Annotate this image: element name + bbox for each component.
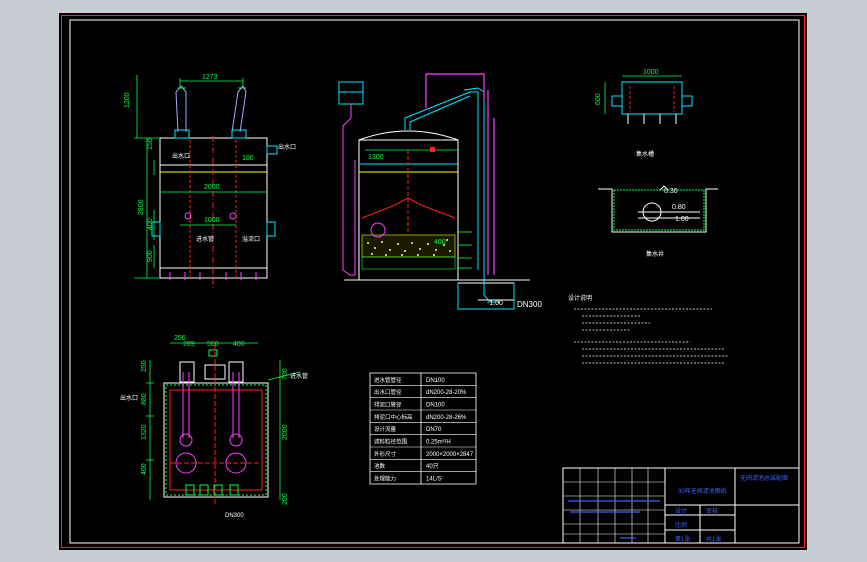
inlet-pipe	[342, 104, 356, 276]
spec-row-value: 14L/S	[426, 477, 442, 483]
spec-row-label: 排泥口管径	[374, 401, 402, 409]
spec-row-label: 出水口管径	[374, 388, 402, 396]
spec-row-value: DN100	[426, 403, 445, 409]
label-overflow: 溢流口	[242, 235, 260, 243]
dim-100: 100	[242, 155, 254, 162]
dim-880: 880	[141, 393, 148, 405]
valve-marker	[430, 147, 435, 152]
collection-pit	[457, 282, 515, 310]
spec-row-label: 池数	[374, 462, 386, 470]
dim-2000-side: 2000	[282, 424, 289, 440]
label-dn300: DN300	[517, 300, 542, 309]
dim-400-plan: 400	[233, 341, 245, 348]
spec-row-label: 滤料粒径范围	[374, 438, 408, 446]
outlet-nozzle	[266, 145, 278, 155]
label-inlet-pipe: 进水管	[196, 235, 214, 243]
spec-row-label: 设计流量	[374, 425, 397, 433]
dim-250: 250	[141, 360, 148, 372]
dim-1320: 1320	[141, 424, 148, 440]
dim-1300: 1300	[368, 154, 384, 161]
trough-dim-w: 1000	[643, 69, 659, 76]
trough-caption: 集水槽	[636, 150, 654, 158]
dim-400: 400	[147, 218, 154, 230]
outlet-tube	[231, 85, 247, 133]
spec-row-value: DN70	[426, 427, 442, 433]
pit-caption: 集水井	[646, 250, 664, 258]
siphon-pipe-outer	[463, 87, 485, 275]
dim-400-side: 400	[141, 463, 148, 475]
dim-500: 500	[207, 341, 219, 348]
front-elevation	[134, 75, 278, 290]
dim-1273: 1273	[202, 74, 218, 81]
flange	[231, 129, 247, 139]
spec-table: 进水管管径 DN100 出水口管径 dN200-28-20% 排泥口管径 DN100 排泥口…	[369, 372, 477, 485]
spec-row-value: 2000×2000×2847	[426, 452, 474, 458]
dim-2800: 2800	[138, 199, 145, 215]
trough-body	[621, 81, 683, 115]
spec-row-label: 处理能力	[374, 475, 396, 483]
plan-inner	[169, 389, 263, 491]
pit-level-mid: 0.80	[672, 204, 686, 211]
section-view	[338, 73, 530, 310]
trough-dim-h: 600	[595, 93, 602, 105]
spec-row-value: dN200-28-26%	[426, 415, 467, 421]
trough-detail	[604, 75, 693, 124]
dim-1000: 1000	[204, 217, 220, 224]
support-layer	[361, 256, 456, 270]
notes-text-lines	[574, 308, 728, 364]
outlet-tube	[175, 85, 187, 133]
dim-1200: 1200	[124, 92, 131, 108]
spec-row-value: dN200-28-20%	[426, 390, 467, 396]
tank-dome	[358, 130, 459, 141]
label-outlet-right: 出水口	[278, 143, 296, 151]
title-sheet2: 共1张	[706, 535, 721, 543]
port-circle	[229, 212, 237, 220]
title-scale: 比例	[675, 521, 687, 529]
plan-nozzle	[228, 361, 244, 383]
dim-200: 200	[282, 493, 289, 505]
title-project: 30吨无阀滤池图纸	[678, 487, 727, 495]
title-cell-b: 审核	[706, 507, 718, 515]
spec-row-value: 0.25m²/H	[426, 440, 451, 446]
spec-row-value: DN100	[426, 378, 445, 384]
pit-level-low: 1.00	[675, 216, 689, 223]
label-outlet-plan: 出水口	[120, 394, 138, 402]
cad-drawing: 1273 1200 2800 2000 1000 400 900 150 100…	[69, 19, 800, 544]
dim-2000: 2000	[204, 184, 220, 191]
label-pipe-plan: 进水管	[290, 372, 308, 380]
dim-700: 700	[282, 368, 289, 380]
dim-900: 900	[147, 250, 154, 262]
pit-wall	[598, 188, 718, 233]
dim-400b: 400	[434, 239, 446, 246]
spec-row-label: 排泥口中心标高	[374, 413, 413, 421]
title-drawing: 无阀滤池总装配图	[740, 474, 788, 482]
spec-row-label: 外形尺寸	[374, 450, 397, 458]
pit-detail	[598, 185, 718, 233]
level-neg: -1.00	[487, 300, 503, 307]
head-tank	[338, 81, 364, 105]
notes-block: 设计说明	[568, 294, 728, 364]
side-nozzle	[266, 221, 276, 237]
plan-nozzle	[179, 361, 195, 383]
flange	[174, 129, 190, 139]
dim-150: 150	[147, 138, 154, 150]
title-cell-a: 设计	[675, 507, 687, 515]
spec-row-label: 进水管管径	[374, 376, 402, 384]
pit-level-top: 0.30	[664, 188, 678, 195]
plan-view	[146, 342, 301, 505]
plan-hidden	[165, 384, 267, 496]
label-outlet-front: 出水口	[172, 152, 190, 160]
dim-289: 289	[183, 341, 195, 348]
pit-inner	[613, 189, 705, 231]
notes-title: 设计说明	[568, 294, 592, 302]
spec-row-value: 40只	[426, 463, 439, 470]
label-dn-plan: DN300	[225, 513, 244, 519]
title-sheet1: 第1张	[675, 535, 690, 543]
